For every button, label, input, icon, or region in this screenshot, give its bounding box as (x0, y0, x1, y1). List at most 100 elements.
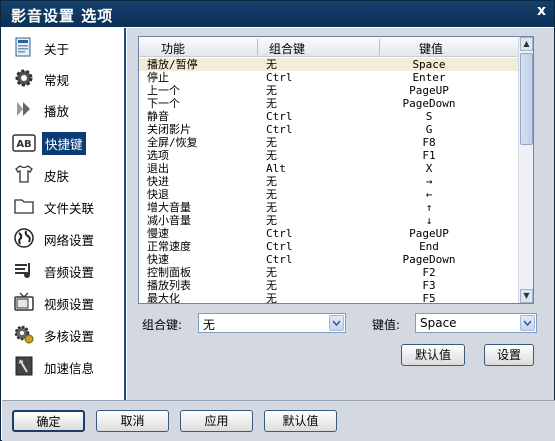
play-arrow-icon (11, 97, 37, 121)
sidebar-item-label: 网络设置 (44, 233, 95, 248)
sidebar-item-audio[interactable]: 音频设置 (2, 255, 124, 285)
list-header: 功能 组合键 键值 (139, 37, 519, 57)
modifier-select[interactable]: 无 (198, 313, 346, 333)
sidebar: 关于 常规 播放 AB 快捷键 皮肤 文件关联 网络设置 音频设置 视频设置 多… (2, 28, 126, 400)
function-cell: 下一个 (147, 97, 180, 110)
function-cell: 快进 (147, 175, 169, 188)
function-cell: 增大音量 (147, 201, 191, 214)
key-cell: S (425, 110, 433, 123)
function-cell: 播放/暂停 (147, 58, 198, 71)
table-row[interactable]: 控制面板 无 F2 (139, 266, 519, 279)
hotkey-set-button[interactable]: 设置 (484, 344, 534, 366)
hotkey-panel: 功能 组合键 键值 播放/暂停无 Space 停止 Ctrl Enter 上一个无 Page… (127, 28, 554, 400)
key-cell: → (425, 175, 433, 188)
scroll-up-button[interactable]: ▲ (520, 37, 533, 51)
sidebar-item-file-assoc[interactable]: 文件关联 (2, 191, 124, 221)
close-button[interactable]: x (537, 3, 546, 19)
function-cell: 静音 (147, 110, 169, 123)
column-divider[interactable] (257, 39, 258, 55)
chevron-down-icon[interactable] (520, 315, 535, 331)
modifier-cell: Ctrl (266, 227, 293, 240)
settings-window: 影音设置 选项 x 关于 常规 播放 AB 快捷键 皮肤 文件关联 网络设置 音… (0, 0, 555, 441)
key-label: 键值: (372, 318, 401, 332)
modifier-cell: Ctrl (266, 71, 293, 84)
table-row[interactable]: 全屏/恢复 无 F8 (139, 136, 519, 149)
function-cell: 停止 (147, 71, 169, 84)
sidebar-item-label: 快捷键 (42, 132, 86, 155)
function-cell: 退出 (147, 162, 169, 175)
key-value: Space (420, 316, 457, 330)
modifier-cell: 无 (266, 175, 277, 188)
table-row[interactable]: 增大音量 无 ↑ (139, 201, 519, 214)
sidebar-item-multicore[interactable]: 多核设置 (2, 319, 124, 349)
sidebar-item-about[interactable]: 关于 (2, 32, 124, 62)
column-header-key[interactable]: 键值 (419, 40, 443, 57)
table-row[interactable]: 慢速 Ctrl PageUP (139, 227, 519, 240)
modifier-cell: 无 (266, 279, 277, 292)
modifier-cell: Alt (266, 162, 286, 175)
footer-bar: 确定 取消 应用 默认值 (2, 400, 555, 441)
table-row[interactable]: 播放列表 无 F3 (139, 279, 519, 292)
table-row[interactable]: 关闭影片 Ctrl G (139, 123, 519, 136)
sidebar-item-hotkeys[interactable]: AB 快捷键 (2, 128, 124, 158)
key-cell: PageUP (409, 84, 449, 97)
table-row[interactable]: 静音 Ctrl S (139, 110, 519, 123)
table-row[interactable]: 减小音量 无 ↓ (139, 214, 519, 227)
key-select[interactable]: Space (415, 313, 537, 333)
table-row[interactable]: 播放/暂停 无 Space (139, 58, 519, 71)
key-cell: F2 (422, 266, 436, 279)
sidebar-item-video[interactable]: 视频设置 (2, 287, 124, 317)
chevron-down-icon[interactable] (329, 315, 344, 331)
table-row[interactable]: 快进 无 → (139, 175, 519, 188)
sidebar-item-general[interactable]: 常规 (2, 63, 124, 93)
hotkey-rows: 播放/暂停无 Space 停止 Ctrl Enter 上一个无 PageUP 下一个无 Page… (139, 58, 519, 304)
key-cell: F3 (422, 279, 436, 292)
function-cell: 选项 (147, 149, 169, 162)
modifier-cell: 无 (266, 266, 277, 279)
key-cell: PageDown (402, 253, 456, 266)
hotkey-default-button[interactable]: 默认值 (401, 344, 465, 366)
apply-button[interactable]: 应用 (180, 410, 253, 432)
scroll-down-button[interactable]: ▼ (520, 289, 533, 303)
sidebar-item-label: 加速信息 (44, 361, 95, 376)
cancel-button[interactable]: 取消 (96, 410, 169, 432)
modifier-cell: Ctrl (266, 110, 293, 123)
column-divider[interactable] (379, 39, 380, 55)
default-button[interactable]: 默认值 (264, 410, 337, 432)
modifier-cell: Ctrl (266, 240, 293, 253)
key-cell: F5 (422, 292, 436, 304)
table-row[interactable]: 快速 Ctrl PageDown (139, 253, 519, 266)
title-bar[interactable]: 影音设置 选项 x (1, 1, 554, 27)
table-row[interactable]: 快退 无 ← (139, 188, 519, 201)
table-row[interactable]: 停止 Ctrl Enter (139, 71, 519, 84)
table-row[interactable]: 正常速度 Ctrl End (139, 240, 519, 253)
function-cell: 正常速度 (147, 240, 191, 253)
modifier-cell: 无 (266, 58, 277, 71)
column-header-modifier[interactable]: 组合键 (269, 40, 305, 57)
modifier-label: 组合键: (142, 318, 183, 332)
vertical-scrollbar[interactable]: ▲ ▼ (518, 37, 533, 303)
modifier-value: 无 (203, 318, 216, 332)
sidebar-item-playback[interactable]: 播放 (2, 94, 124, 124)
table-row[interactable]: 选项 无 F1 (139, 149, 519, 162)
table-row[interactable]: 下一个 无 PageDown (139, 97, 519, 110)
ok-button[interactable]: 确定 (12, 410, 85, 432)
modifier-cell: Ctrl (266, 123, 293, 136)
window-title: 影音设置 选项 (11, 7, 114, 25)
hotkey-list[interactable]: 功能 组合键 键值 播放/暂停无 Space 停止 Ctrl Enter 上一个无 Page… (138, 36, 534, 304)
table-row[interactable]: 退出 Alt X (139, 162, 519, 175)
sidebar-item-network[interactable]: 网络设置 (2, 223, 124, 253)
table-row[interactable]: 最大化 无 F5 (139, 292, 519, 304)
gear-icon (11, 66, 37, 90)
sidebar-item-label: 常规 (44, 73, 70, 88)
sidebar-item-skin[interactable]: 皮肤 (2, 159, 124, 189)
shirt-icon (11, 162, 37, 186)
table-row[interactable]: 上一个 无 PageUP (139, 84, 519, 97)
key-cell: ← (425, 188, 433, 201)
function-cell: 慢速 (147, 227, 169, 240)
column-header-function[interactable]: 功能 (161, 40, 185, 57)
function-cell: 减小音量 (147, 214, 191, 227)
scroll-thumb[interactable] (520, 53, 533, 145)
function-cell: 控制面板 (147, 266, 191, 279)
sidebar-item-speed[interactable]: 加速信息 (2, 351, 124, 381)
